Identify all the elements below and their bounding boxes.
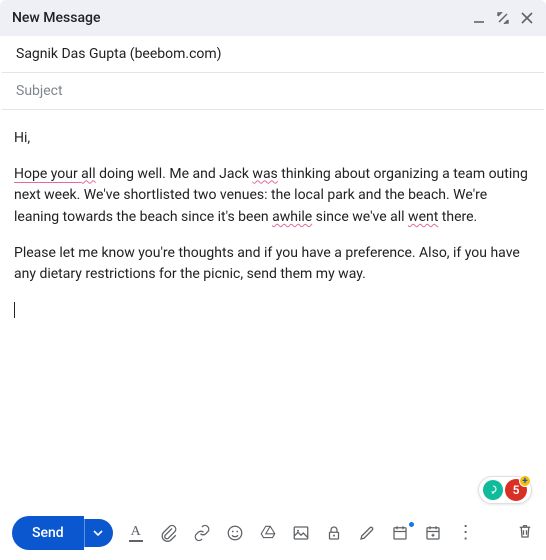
subject-placeholder: Subject xyxy=(16,83,63,99)
body-paragraph-1: Hope your all doing well. Me and Jack wa… xyxy=(14,164,532,229)
suggestion-bulb-icon[interactable] xyxy=(483,480,503,500)
body-text: since we've all xyxy=(312,209,408,225)
subject-field[interactable]: Subject xyxy=(2,73,544,110)
send-options-button[interactable] xyxy=(84,519,113,547)
chevron-down-icon xyxy=(93,528,103,538)
insert-emoji-icon[interactable] xyxy=(226,524,244,542)
body-greeting: Hi, xyxy=(14,128,532,150)
send-button-group: Send xyxy=(12,516,113,550)
plus-badge-icon: + xyxy=(519,475,531,487)
compose-toolbar: A xyxy=(127,524,475,542)
compose-header: New Message xyxy=(0,0,546,36)
more-options-icon[interactable]: ⋮ xyxy=(457,524,475,542)
body-paragraph-2: Please let me know you're thoughts and i… xyxy=(14,243,532,286)
recipients-field[interactable]: Sagnik Das Gupta (beebom.com) xyxy=(2,36,544,73)
insert-link-icon[interactable] xyxy=(193,524,211,542)
attach-file-icon[interactable] xyxy=(160,524,178,542)
message-body[interactable]: Hi, Hope your all doing well. Me and Jac… xyxy=(0,110,546,470)
insert-drive-icon[interactable] xyxy=(259,524,277,542)
insert-signature-icon[interactable] xyxy=(358,524,376,542)
grammarly-widget[interactable]: 5 + xyxy=(478,476,532,504)
body-text: doing well. Me and Jack xyxy=(96,166,253,182)
formatting-options-icon[interactable]: A xyxy=(127,524,145,542)
schedule-send-icon[interactable] xyxy=(391,524,409,542)
fullscreen-icon[interactable] xyxy=(496,11,510,25)
send-button[interactable]: Send xyxy=(12,516,84,550)
insert-photo-icon[interactable] xyxy=(292,524,310,542)
grammar-error: went xyxy=(408,209,438,225)
text-cursor xyxy=(14,300,532,322)
minimize-icon[interactable] xyxy=(472,11,486,25)
grammar-error: was xyxy=(252,166,277,182)
spelling-error: all xyxy=(81,166,95,182)
body-text: there. xyxy=(438,209,477,225)
error-count: 5 xyxy=(513,483,520,497)
confidential-mode-icon[interactable] xyxy=(325,524,343,542)
discard-draft-icon[interactable] xyxy=(516,522,534,544)
close-icon[interactable] xyxy=(520,11,534,25)
compose-title: New Message xyxy=(12,10,100,26)
grammar-error: awhile xyxy=(272,209,312,225)
error-count-badge[interactable]: 5 + xyxy=(505,479,527,501)
label-icon[interactable] xyxy=(424,524,442,542)
header-actions xyxy=(472,11,534,25)
compose-footer: Send A xyxy=(0,506,546,560)
footer-left: Send A xyxy=(12,516,475,550)
notification-dot-icon xyxy=(409,522,414,527)
body-text: Hope your xyxy=(14,166,81,183)
format-letter: A xyxy=(131,525,141,539)
